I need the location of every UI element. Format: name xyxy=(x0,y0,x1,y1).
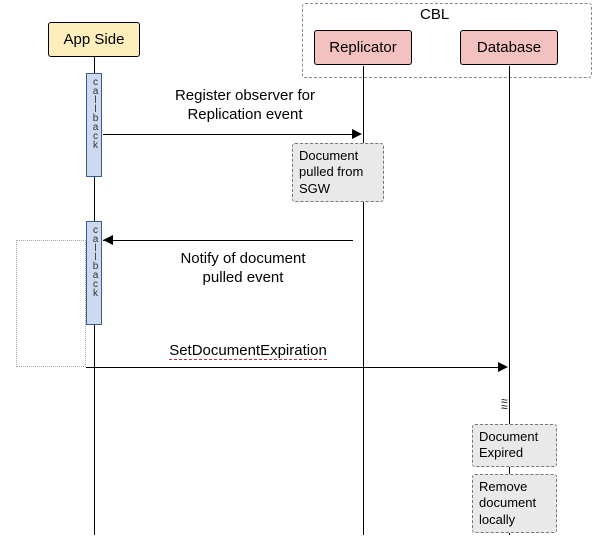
msg-set-expiration-arrow xyxy=(86,367,499,368)
msg-register-label: Register observer for Replication event xyxy=(135,87,355,125)
time-break-mark: ≈≈ xyxy=(501,398,508,410)
msg-set-expiration-label: SetDocumentExpiration xyxy=(148,342,348,361)
msg-register-arrow-head xyxy=(352,129,362,139)
activation-callback-1-label: callback xyxy=(87,74,103,149)
activation-callback-2-label: callback xyxy=(87,222,103,297)
note-document-expired: Document Expired xyxy=(472,424,557,467)
participant-app-side: App Side xyxy=(48,22,140,57)
participant-database: Database xyxy=(460,30,558,65)
participant-replicator: Replicator xyxy=(314,30,412,65)
msg-register-arrow xyxy=(103,134,353,135)
activation-callback-2: callback xyxy=(86,221,102,325)
note-remove-locally: Remove document locally xyxy=(472,474,557,533)
lifeline-replicator xyxy=(363,66,364,535)
note-pulled-from-sgw: Document pulled from SGW xyxy=(292,143,384,202)
self-return-box xyxy=(16,240,86,367)
msg-notify-arrow-head xyxy=(103,235,113,245)
activation-callback-1: callback xyxy=(86,73,102,177)
msg-notify-label: Notify of document pulled event xyxy=(148,250,338,288)
msg-set-expiration-text: SetDocumentExpiration xyxy=(169,342,327,360)
msg-set-expiration-arrow-head xyxy=(498,362,508,372)
msg-notify-arrow xyxy=(103,240,353,241)
cbl-group-label: CBL xyxy=(420,6,449,23)
